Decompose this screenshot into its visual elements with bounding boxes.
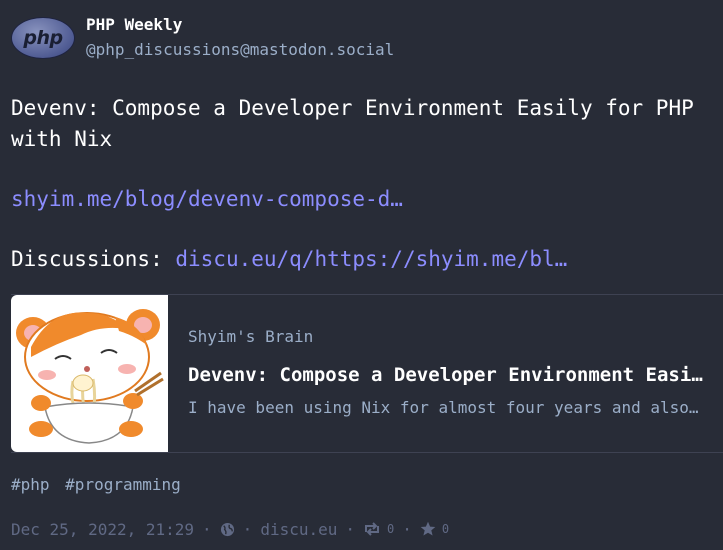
star-icon[interactable]: [420, 521, 436, 537]
author-info[interactable]: PHP Weekly @php_discussions@mastodon.soc…: [86, 13, 394, 63]
link-preview-card[interactable]: Shyim's Brain Devenv: Compose a Develope…: [11, 294, 723, 453]
hashtag-bar: #php #programming: [11, 475, 187, 494]
account-handle[interactable]: @php_discussions@mastodon.social: [86, 37, 394, 63]
status-footer: Dec 25, 2022, 21:29 · · discu.eu · 0 · 0: [11, 517, 449, 541]
status-content: Devenv: Compose a Developer Environment …: [11, 93, 711, 275]
hashtag-php[interactable]: #php: [11, 475, 50, 494]
separator: ·: [242, 519, 253, 539]
preview-image: [11, 295, 168, 452]
card-body: Shyim's Brain Devenv: Compose a Develope…: [168, 295, 708, 452]
article-link[interactable]: shyim.me/blog/devenv-compose-d…: [11, 187, 403, 211]
avatar-logo-text: php: [23, 27, 63, 49]
reblog-count: 0: [387, 522, 395, 536]
globe-icon: [220, 522, 235, 537]
separator: ·: [402, 519, 412, 539]
timestamp[interactable]: Dec 25, 2022, 21:29: [11, 520, 194, 539]
application-name[interactable]: discu.eu: [260, 520, 337, 539]
status-title: Devenv: Compose a Developer Environment …: [11, 96, 694, 151]
separator: ·: [345, 519, 356, 539]
hashtag-programming[interactable]: #programming: [65, 475, 181, 494]
discussions-label: Discussions:: [11, 247, 163, 271]
avatar[interactable]: php: [11, 17, 75, 59]
status-header: php PHP Weekly @php_discussions@mastodon…: [11, 13, 394, 63]
card-provider: Shyim's Brain: [188, 327, 314, 346]
card-title[interactable]: Devenv: Compose a Developer Environment …: [188, 364, 708, 386]
hamster-illustration: [16, 309, 164, 444]
reblog-icon[interactable]: [363, 522, 381, 536]
separator: ·: [202, 519, 212, 539]
favourite-count: 0: [441, 522, 450, 536]
discussions-link[interactable]: discu.eu/q/https://shyim.me/bl…: [175, 247, 567, 271]
display-name[interactable]: PHP Weekly: [86, 13, 394, 37]
card-description: I have been using Nix for almost four ye…: [188, 398, 708, 417]
